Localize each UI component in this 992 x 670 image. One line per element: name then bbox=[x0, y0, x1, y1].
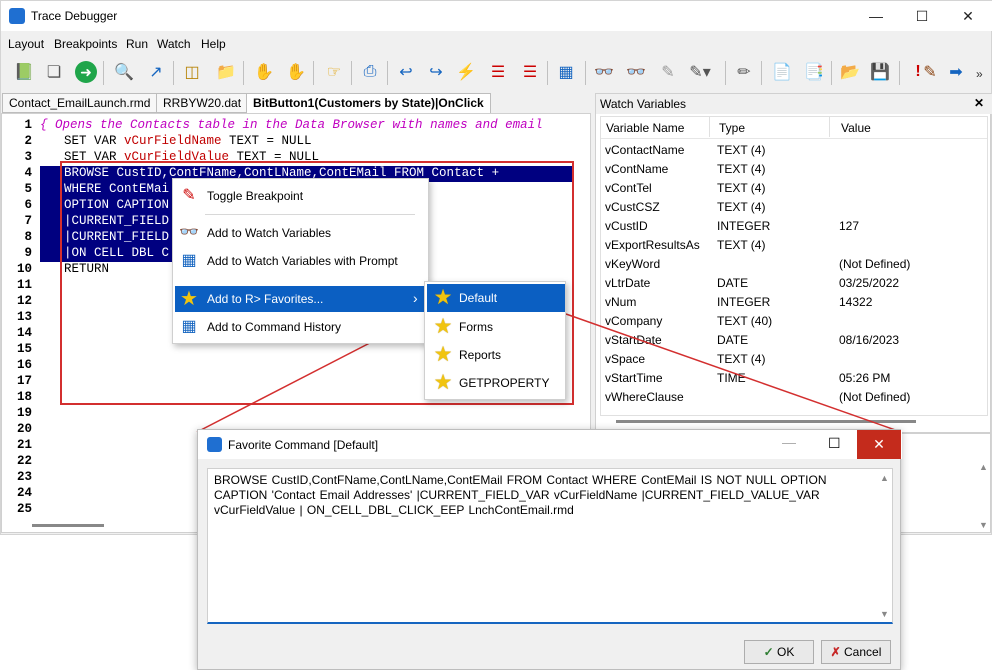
ok-button[interactable]: ✓ OK bbox=[744, 640, 814, 664]
dialog-close-button[interactable]: ✕ bbox=[857, 430, 901, 459]
menu-item-add-to-watch-prompt[interactable]: ▦ Add to Watch Variables with Prompt bbox=[175, 248, 428, 274]
command-history-icon: ▦ bbox=[181, 318, 197, 335]
menu-item-label: Add to Command History bbox=[207, 320, 342, 334]
dialog-title: Favorite Command [Default] bbox=[228, 438, 379, 452]
glasses-icon: 👓 bbox=[179, 224, 199, 241]
submenu-item-label: Forms bbox=[459, 320, 493, 334]
dialog-title-bar: Favorite Command [Default] — ☐ ✕ bbox=[198, 430, 902, 459]
submenu-item-forms[interactable]: ★ Forms bbox=[427, 313, 565, 341]
submenu-item-label: GETPROPERTY bbox=[459, 376, 550, 390]
submenu-item-default[interactable]: ★ Default bbox=[427, 284, 565, 312]
star-icon: ★ bbox=[433, 343, 453, 366]
ok-label: OK bbox=[777, 645, 795, 659]
command-text: BROWSE CustID,ContFName,ContLName,ContEM… bbox=[214, 473, 827, 517]
menu-item-add-to-favorites[interactable]: ★ Add to R> Favorites... › bbox=[175, 286, 428, 312]
cancel-label: Cancel bbox=[844, 645, 882, 659]
menu-item-label: Toggle Breakpoint bbox=[207, 189, 304, 203]
star-icon: ★ bbox=[433, 371, 453, 394]
star-icon: ★ bbox=[433, 315, 453, 338]
breakpoint-icon: ✎ bbox=[182, 187, 196, 204]
menu-item-add-to-command-history[interactable]: ▦ Add to Command History bbox=[175, 314, 428, 340]
favorites-submenu: ★ Default ★ Forms ★ Reports ★ GETPROPERT… bbox=[424, 281, 566, 400]
star-icon: ★ bbox=[180, 288, 198, 310]
menu-item-label: Add to Watch Variables with Prompt bbox=[207, 254, 398, 268]
submenu-item-reports[interactable]: ★ Reports bbox=[427, 341, 565, 369]
callout-line-right bbox=[565, 313, 902, 433]
submenu-item-getproperty[interactable]: ★ GETPROPERTY bbox=[427, 369, 565, 397]
watch-prompt-icon: ▦ bbox=[181, 252, 197, 269]
scroll-down-icon[interactable]: ▼ bbox=[880, 609, 889, 619]
scroll-up-icon[interactable]: ▲ bbox=[880, 473, 889, 483]
menu-item-add-to-watch[interactable]: 👓 Add to Watch Variables bbox=[175, 220, 428, 246]
menu-separator bbox=[205, 214, 415, 215]
cancel-button[interactable]: ✗ Cancel bbox=[821, 640, 891, 664]
star-icon: ★ bbox=[433, 286, 453, 309]
minimize-button[interactable]: — bbox=[782, 434, 796, 450]
menu-item-label: Add to R> Favorites... bbox=[207, 292, 324, 306]
menu-item-label: Add to Watch Variables bbox=[207, 226, 332, 240]
submenu-item-label: Reports bbox=[459, 348, 502, 362]
favorite-command-dialog: Favorite Command [Default] — ☐ ✕ BROWSE … bbox=[197, 429, 902, 670]
x-icon: ✗ bbox=[830, 645, 841, 659]
maximize-button[interactable]: ☐ bbox=[828, 435, 841, 452]
editor-context-menu: ✎ Toggle Breakpoint 👓 Add to Watch Varia… bbox=[172, 178, 429, 344]
app-icon bbox=[207, 437, 222, 452]
submenu-item-label: Default bbox=[459, 291, 498, 305]
menu-item-toggle-breakpoint[interactable]: ✎ Toggle Breakpoint bbox=[175, 183, 428, 209]
favorite-command-text[interactable]: BROWSE CustID,ContFName,ContLName,ContEM… bbox=[207, 468, 893, 624]
submenu-arrow-icon: › bbox=[413, 290, 418, 306]
check-icon: ✓ bbox=[763, 645, 774, 659]
